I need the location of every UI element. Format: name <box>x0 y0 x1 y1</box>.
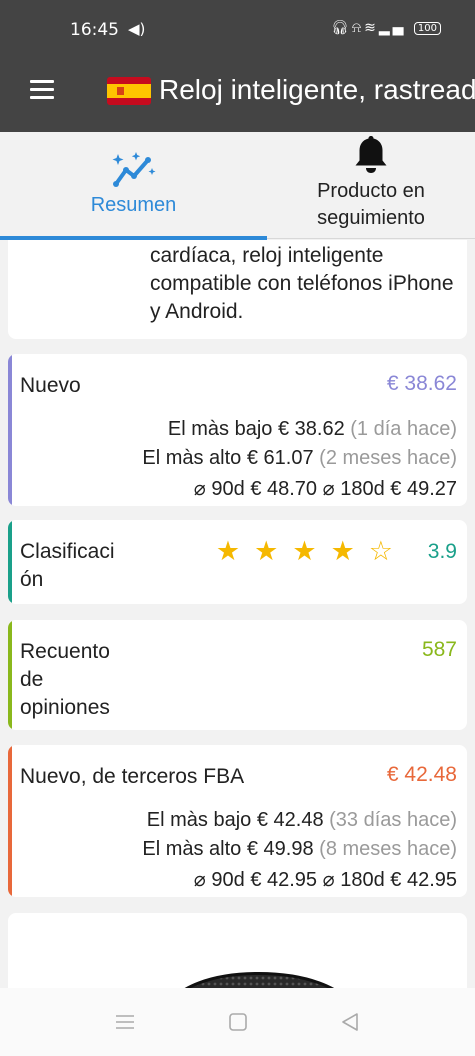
tab-bar: Resumen Producto en seguimiento <box>0 132 475 240</box>
star-empty-icon: ☆ <box>368 536 407 566</box>
new-price-value: € 38.62 <box>386 372 457 395</box>
review-count-label-line: Recuento <box>20 640 110 663</box>
battery-icon: 100 <box>413 21 441 35</box>
recent-apps-button[interactable] <box>114 1012 136 1032</box>
headphones-icon: 🎧︎ <box>331 20 352 36</box>
rating-card[interactable]: Clasificaci ón ★★★★☆ 3.9 <box>8 520 467 604</box>
new-avg90-value: € 48.70 <box>250 478 318 500</box>
tab-summary-label: Resumen <box>90 194 177 216</box>
system-nav-bar <box>0 988 475 1056</box>
new-price-accent <box>8 354 12 506</box>
review-count-accent <box>8 620 12 730</box>
fba-price-accent <box>8 745 12 897</box>
volume-icon: ◀) <box>128 20 146 38</box>
back-button[interactable] <box>339 1012 361 1032</box>
review-count-label-line: de <box>20 668 44 691</box>
rating-value: 3.9 <box>427 540 457 563</box>
rating-label-line: Clasificaci <box>20 540 115 563</box>
mute-icon: ⍾ <box>351 20 365 36</box>
trend-sparkle-icon <box>112 152 155 187</box>
new-lowest-value: € 38.62 <box>277 418 345 440</box>
fba-avg90-value: € 42.95 <box>250 869 318 891</box>
new-highest-line: El màs alto € 61.07 (2 meses hace) <box>142 447 457 470</box>
new-avg90-label: ⌀ 90d <box>193 478 245 500</box>
review-count-value: 587 <box>421 638 457 661</box>
fba-price-value: € 42.48 <box>386 763 457 786</box>
status-icons: 🎧︎⍾≋▂▄ 100 <box>331 20 441 36</box>
status-bar: 16:45 ◀) 🎧︎⍾≋▂▄ 100 <box>0 0 475 58</box>
new-avg180-value: € 49.27 <box>390 478 457 500</box>
rating-label: Clasificaci ón <box>20 538 115 594</box>
spain-flag-icon <box>107 77 151 105</box>
fba-avg180-value: € 42.95 <box>390 869 457 891</box>
new-highest-when: (2 meses hace) <box>319 447 457 469</box>
fba-avg180-label: ⌀ 180d <box>322 869 385 891</box>
product-image <box>184 972 335 988</box>
fba-highest-label: El màs alto <box>142 838 242 860</box>
review-count-label: Recuento de opiniones <box>20 638 110 722</box>
fba-lowest-value: € 42.48 <box>256 809 324 831</box>
rating-accent <box>8 520 12 604</box>
app-bar: Reloj inteligente, rastreador de activid… <box>0 58 475 132</box>
fba-lowest-label: El màs bajo <box>146 809 252 831</box>
product-description: cardíaca, reloj inteligente compatible c… <box>150 244 454 323</box>
new-highest-label: El màs alto <box>142 447 242 469</box>
wifi-icon: ≋ <box>364 20 379 36</box>
review-count-card[interactable]: Recuento de opiniones 587 <box>8 620 467 730</box>
new-lowest-when: (1 día hace) <box>350 418 457 440</box>
fba-average-line: ⌀ 90d € 42.95 ⌀ 180d € 42.95 <box>194 867 457 892</box>
fba-highest-line: El màs alto € 49.98 (8 meses hace) <box>142 838 457 861</box>
fba-price-card[interactable]: Nuevo, de terceros FBA € 42.48 El màs ba… <box>8 745 467 897</box>
signal-icon: ▂▄ <box>378 20 407 36</box>
new-price-label: Nuevo <box>20 374 81 397</box>
star-full-icon: ★ <box>254 536 293 566</box>
new-lowest-label: El màs bajo <box>167 418 273 440</box>
review-count-label-line: opiniones <box>20 696 110 719</box>
star-full-icon: ★ <box>330 536 369 566</box>
tab-summary[interactable]: Resumen <box>0 132 267 240</box>
new-average-line: ⌀ 90d € 48.70 ⌀ 180d € 49.27 <box>194 476 457 501</box>
new-price-card[interactable]: Nuevo € 38.62 El màs bajo € 38.62 (1 día… <box>8 354 467 506</box>
product-description-card: cardíaca, reloj inteligente compatible c… <box>8 240 467 339</box>
rating-stars: ★★★★☆ <box>216 536 407 567</box>
fba-highest-when: (8 meses hace) <box>319 838 457 860</box>
fba-lowest-line: El màs bajo € 42.48 (33 días hace) <box>147 809 457 832</box>
product-image-card[interactable] <box>8 913 467 988</box>
rating-label-line: ón <box>20 568 44 591</box>
status-time: 16:45 <box>70 20 119 40</box>
new-avg180-label: ⌀ 180d <box>322 478 385 500</box>
fba-highest-value: € 49.98 <box>246 838 314 860</box>
star-full-icon: ★ <box>215 536 255 566</box>
home-button[interactable] <box>227 1012 249 1032</box>
page-title: Reloj inteligente, rastreador de activid… <box>159 74 475 105</box>
fba-lowest-when: (33 días hace) <box>329 809 457 831</box>
summary-content[interactable]: cardíaca, reloj inteligente compatible c… <box>0 240 475 988</box>
menu-icon[interactable] <box>30 80 54 100</box>
tab-tracked-label: Producto en seguimiento <box>317 180 425 229</box>
bell-icon <box>355 136 387 173</box>
tab-tracked-product[interactable]: Producto en seguimiento <box>267 132 475 239</box>
fba-price-label: Nuevo, de terceros FBA <box>20 765 245 788</box>
new-highest-value: € 61.07 <box>246 447 314 469</box>
fba-avg90-label: ⌀ 90d <box>193 869 245 891</box>
new-lowest-line: El màs bajo € 38.62 (1 día hace) <box>168 418 457 441</box>
star-full-icon: ★ <box>292 536 331 566</box>
